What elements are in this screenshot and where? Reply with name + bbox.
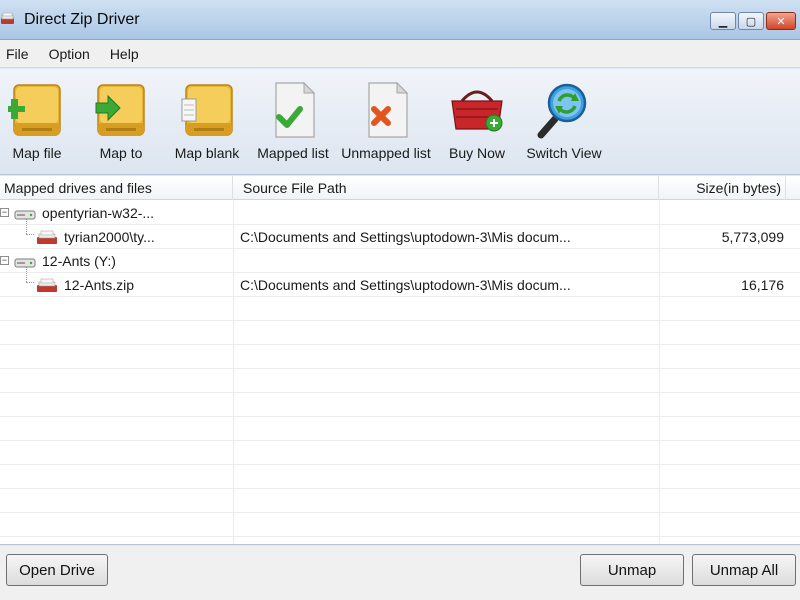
map-file-button[interactable]: Map file [6,79,68,171]
row-name: 12-Ants.zip [64,277,135,293]
collapse-icon[interactable]: − [0,256,9,265]
row-size [662,249,784,273]
map-blank-button[interactable]: Map blank [172,79,242,171]
shopping-basket-icon [451,90,503,132]
empty-row [0,465,800,489]
empty-row [0,393,800,417]
empty-row [0,297,800,321]
table-row[interactable]: tyrian2000\ty... C:\Documents and Settin… [0,225,800,249]
menu-file[interactable]: File [4,44,37,64]
unmap-button[interactable]: Unmap [580,554,684,586]
row-path: C:\Documents and Settings\uptodown-3\Mis… [240,229,571,245]
switch-view-label: Switch View [526,145,602,161]
toolbar: Map file Map to Map blank Mapped list Un… [0,69,800,175]
buy-now-button[interactable]: Buy Now [444,79,510,171]
empty-row [0,513,800,537]
empty-row [0,441,800,465]
minimize-icon[interactable]: ▁ [710,12,736,30]
drive-icon [14,258,36,268]
menu-option[interactable]: Option [47,44,98,64]
map-blank-label: Map blank [174,145,240,161]
mapped-list-label: Mapped list [257,145,329,161]
row-path [240,201,655,225]
zip-file-icon [37,230,57,244]
open-drive-button[interactable]: Open Drive [6,554,108,586]
row-size: 5,773,099 [721,229,784,245]
document-check-icon [275,81,316,138]
list-rows: − opentyrian-w32-... tyrian2000\ty... C:… [0,201,800,537]
column-header-size[interactable]: Size(in bytes) [659,176,786,200]
mapped-list-view[interactable]: Mapped drives and files Source File Path… [0,176,800,545]
switch-view-button[interactable]: Switch View [522,79,606,171]
row-name: opentyrian-w32-... [42,205,155,221]
empty-row [0,417,800,441]
unmapped-list-label: Unmapped list [341,145,431,161]
empty-row [0,345,800,369]
drive-icon [14,210,36,220]
drive-add-icon [8,84,61,136]
column-header-source-path[interactable]: Source File Path [239,176,659,200]
list-header: Mapped drives and files Source File Path… [0,176,800,200]
zip-file-icon [37,278,57,292]
row-name: 12-Ants (Y:) [42,253,116,269]
row-name: tyrian2000\ty... [64,229,155,245]
drive-blank-icon [181,84,233,136]
buy-now-label: Buy Now [448,145,506,161]
document-cross-icon [368,81,409,138]
collapse-icon[interactable]: − [0,208,9,217]
title-bar: Direct Zip Driver ▁ ▢ ✕ [0,0,800,40]
row-size [662,201,784,225]
menu-bar: File Option Help [0,40,800,68]
bottom-bar: Open Drive Unmap Unmap All [0,546,800,600]
empty-row [0,489,800,513]
mapped-list-button[interactable]: Mapped list [254,79,332,171]
unmap-all-button[interactable]: Unmap All [692,554,796,586]
row-path [240,249,655,273]
drive-arrow-icon [95,84,145,136]
menu-help[interactable]: Help [108,44,147,64]
window-title: Direct Zip Driver [24,11,140,28]
row-path: C:\Documents and Settings\uptodown-3\Mis… [240,277,571,293]
table-row[interactable]: − 12-Ants (Y:) [0,249,800,273]
row-size: 16,176 [741,277,784,293]
empty-row [0,321,800,345]
unmapped-list-button[interactable]: Unmapped list [338,79,434,171]
app-icon [1,12,14,24]
maximize-icon[interactable]: ▢ [738,12,764,30]
magnifier-refresh-icon [537,83,587,139]
table-row[interactable]: − opentyrian-w32-... [0,201,800,225]
column-header-drives[interactable]: Mapped drives and files [0,176,233,200]
map-file-label: Map file [12,145,62,161]
table-row[interactable]: 12-Ants.zip C:\Documents and Settings\up… [0,273,800,297]
close-icon[interactable]: ✕ [766,12,796,30]
window-controls: ▁ ▢ ✕ [710,12,796,30]
map-to-label: Map to [99,145,143,161]
empty-row [0,369,800,393]
map-to-button[interactable]: Map to [90,79,152,171]
